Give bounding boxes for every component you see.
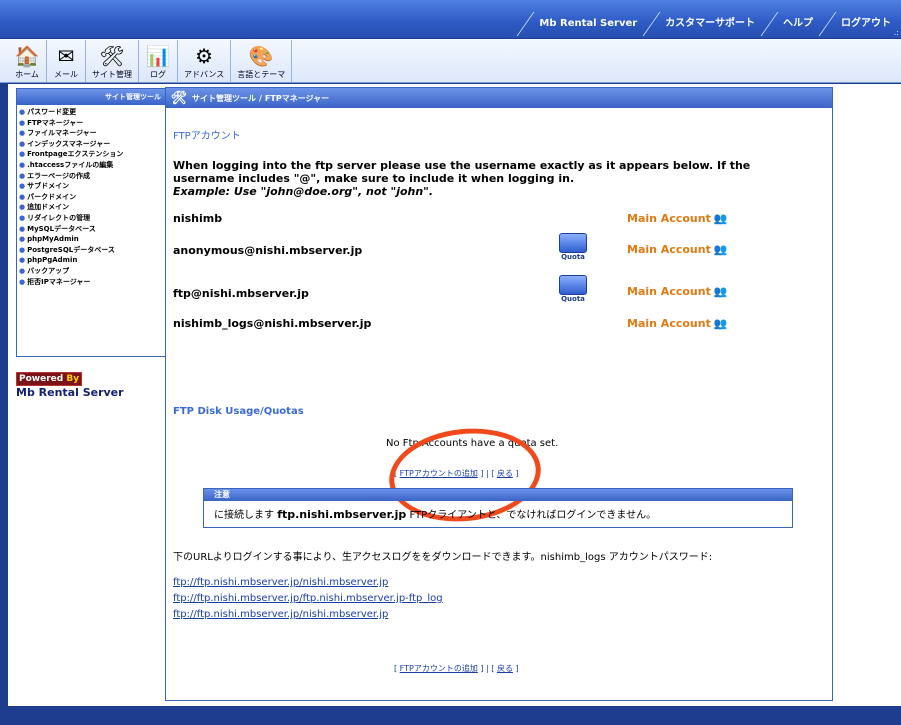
site-admin-icon: 🛠 — [170, 90, 188, 106]
breadcrumb-root[interactable]: サイト管理ツール — [192, 93, 256, 104]
sidebar-list: パスワード変更 FTPマネージャー ファイルマネージャー インデックスマネージャ… — [17, 107, 165, 287]
powered-name[interactable]: Mb Rental Server — [16, 386, 124, 399]
toolbar-mail[interactable]: ✉ メール — [47, 40, 86, 82]
main-account-label: Main Account — [627, 212, 711, 225]
topnav-help[interactable]: ヘルプ — [765, 12, 823, 36]
main-account-label: Main Account — [627, 285, 711, 298]
ftp-accounts-title: FTPアカウント — [173, 131, 241, 142]
toolbar-log[interactable]: 📊 ログ — [139, 40, 178, 82]
sidebar-item-mysql[interactable]: MySQLデータベース — [19, 224, 165, 235]
toolbar-language-theme[interactable]: 🎨 言語とテーマ — [231, 40, 293, 82]
page-content: サイト管理ツール パスワード変更 FTPマネージャー ファイルマネージャー イン… — [8, 84, 901, 706]
sidebar-item-ftp-manager[interactable]: FTPマネージャー — [19, 118, 165, 129]
log-icon: 📊 — [145, 44, 171, 68]
advanced-icon: ⚙ — [195, 44, 214, 68]
sidebar-item-frontpage[interactable]: Frontpageエクステンション — [19, 149, 165, 160]
main-account-link[interactable]: Main Account 👥 — [627, 285, 728, 298]
powered-by: Powered By Mb Rental Server — [16, 366, 124, 399]
quota-icon — [559, 233, 587, 253]
users-icon: 👥 — [713, 243, 728, 256]
toolbar-home[interactable]: 🏠 ホーム — [8, 40, 47, 82]
add-ftp-account-link[interactable]: FTPアカウントの追加 — [400, 664, 478, 673]
sidebar-item-ip-deny[interactable]: 拒否IPマネージャー — [19, 277, 165, 288]
account-name: ftp@nishi.mbserver.jp — [173, 287, 309, 300]
sidebar-item-subdomains[interactable]: サブドメイン — [19, 181, 165, 192]
sidebar-item-postgresql[interactable]: PostgreSQLデータベース — [19, 245, 165, 256]
sidebar-item-addon-domains[interactable]: 追加ドメイン — [19, 202, 165, 213]
disk-usage-title: FTP Disk Usage/Quotas — [173, 406, 304, 417]
log-link[interactable]: ftp://ftp.nishi.mbserver.jp/nishi.mbserv… — [173, 609, 388, 620]
topnav-mb-rental-server[interactable]: Mb Rental Server — [521, 12, 647, 36]
warning-pre: に接続します — [214, 510, 274, 521]
quota-button[interactable]: Quota — [558, 233, 588, 261]
sidebar-item-file-manager[interactable]: ファイルマネージャー — [19, 128, 165, 139]
toolbar-mail-label: メール — [54, 70, 78, 79]
account-name: nishimb_logs@nishi.mbserver.jp — [173, 317, 372, 330]
users-icon: 👥 — [713, 212, 728, 225]
quota-label: Quota — [561, 295, 585, 303]
powered-suffix: By — [66, 374, 80, 384]
main-account-link[interactable]: Main Account 👥 — [627, 212, 728, 225]
log-link[interactable]: ftp://ftp.nishi.mbserver.jp/nishi.mbserv… — [173, 577, 388, 588]
warning-host: ftp.nishi.mbserver.jp — [277, 508, 407, 521]
sidebar-item-backup[interactable]: バックアップ — [19, 266, 165, 277]
main-account-label: Main Account — [627, 317, 711, 330]
quota-button[interactable]: Quota — [558, 275, 588, 303]
log-link[interactable]: ftp://ftp.nishi.mbserver.jp/ftp.nishi.mb… — [173, 593, 443, 604]
top-bar: Mb Rental Server カスタマーサポート ヘルプ ログアウト .: — [0, 0, 901, 39]
breadcrumb-current: FTPマネージャー — [264, 93, 330, 103]
account-name: anonymous@nishi.mbserver.jp — [173, 244, 363, 257]
toolbar-home-label: ホーム — [15, 70, 39, 79]
breadcrumb-separator: / — [259, 93, 262, 103]
home-icon: 🏠 — [14, 44, 40, 68]
sidebar-item-password[interactable]: パスワード変更 — [19, 107, 165, 118]
warning-box: 注意 に接続します ftp.nishi.mbserver.jp FTPクライアン… — [203, 488, 793, 528]
warning-post: FTPクライアントと、でなければログインできません。 — [409, 510, 657, 521]
sidebar-title: サイト管理ツール — [17, 89, 165, 105]
sidebar-item-redirects[interactable]: リダイレクトの管理 — [19, 213, 165, 224]
toolbar-log-label: ログ — [150, 70, 166, 79]
toolbar-site-admin-label: サイト管理 — [92, 70, 132, 79]
top-nav: Mb Rental Server カスタマーサポート ヘルプ ログアウト — [521, 12, 901, 36]
toolbar-advanced-label: アドバンス — [184, 70, 225, 79]
users-icon: 👥 — [713, 285, 728, 298]
language-theme-icon: 🎨 — [248, 44, 274, 68]
account-name: nishimb — [173, 212, 223, 225]
topnav-logout[interactable]: ログアウト — [823, 12, 901, 36]
warning-title: 注意 — [204, 489, 792, 501]
sidebar-item-htaccess[interactable]: .htaccessファイルの編集 — [19, 160, 165, 171]
toolbar: 🏠 ホーム ✉ メール 🛠 サイト管理 📊 ログ ⚙ アドバンス 🎨 言語とテー… — [0, 39, 901, 83]
main-account-label: Main Account — [627, 243, 711, 256]
sidebar-item-index-manager[interactable]: インデックスマネージャー — [19, 139, 165, 150]
login-notice-example: Example: Use "john@doe.org", not "john". — [173, 185, 434, 198]
action-links-bottom: [ FTPアカウントの追加 ] | [ 戻る ] — [394, 664, 519, 673]
mail-icon: ✉ — [57, 44, 75, 68]
quota-icon — [559, 275, 587, 295]
sidebar-item-phpmyadmin[interactable]: phpMyAdmin — [19, 234, 165, 245]
main-account-link[interactable]: Main Account 👥 — [627, 243, 728, 256]
toolbar-site-admin[interactable]: 🛠 サイト管理 — [86, 40, 139, 82]
main-panel: 🛠 サイト管理ツール / FTPマネージャー FTPアカウント When log… — [165, 87, 833, 701]
powered-badge: Powered By — [16, 372, 83, 386]
back-link[interactable]: 戻る — [497, 664, 513, 673]
warning-body: に接続します ftp.nishi.mbserver.jp FTPクライアントと、… — [204, 501, 792, 521]
toolbar-language-theme-label: 言語とテーマ — [237, 70, 286, 79]
sidebar-item-parked-domains[interactable]: パークドメイン — [19, 192, 165, 203]
users-icon: 👥 — [713, 317, 728, 330]
sidebar-item-error-pages[interactable]: エラーページの作成 — [19, 171, 165, 182]
main-account-link[interactable]: Main Account 👥 — [627, 317, 728, 330]
login-notice-text: When logging into the ftp server please … — [173, 159, 751, 185]
quota-label: Quota — [561, 253, 585, 261]
powered-prefix: Powered — [19, 374, 64, 384]
sidebar: サイト管理ツール パスワード変更 FTPマネージャー ファイルマネージャー イン… — [16, 88, 166, 357]
site-admin-icon: 🛠 — [99, 44, 125, 68]
sidebar-item-phppgadmin[interactable]: phpPgAdmin — [19, 255, 165, 266]
logs-description: 下のURLよりログインする事により、生アクセスログををダウンロードできます。ni… — [173, 552, 713, 563]
toolbar-advanced[interactable]: ⚙ アドバンス — [178, 40, 232, 82]
login-notice: When logging into the ftp server please … — [173, 159, 813, 198]
topnav-customer-support[interactable]: カスタマーサポート — [647, 12, 765, 36]
main-header: 🛠 サイト管理ツール / FTPマネージャー — [166, 88, 832, 108]
corner-dots: .: — [893, 28, 899, 37]
